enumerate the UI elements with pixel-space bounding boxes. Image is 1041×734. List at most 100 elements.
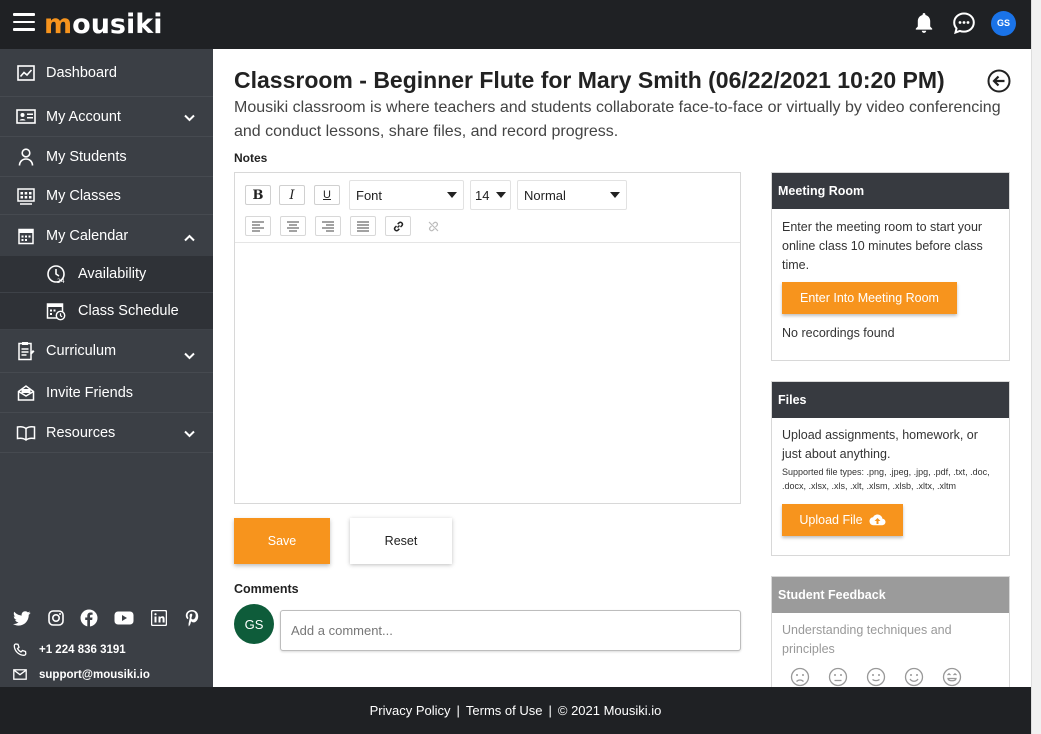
contact-email[interactable]: support@mousiki.io — [13, 662, 200, 687]
meeting-room-body: Enter the meeting room to start your onl… — [772, 209, 1009, 352]
sidebar-item-availability[interactable]: 24 Availability — [0, 256, 213, 293]
sidebar-item-label: My Students — [46, 148, 127, 165]
main-content: Classroom - Beginner Flute for Mary Smit… — [234, 63, 1014, 144]
instagram-icon[interactable] — [47, 608, 64, 628]
logo[interactable]: mousiki — [44, 6, 162, 42]
social-area: +1 224 836 3191 support@mousiki.io — [0, 599, 213, 687]
editor-toolbar: B I U Font 14 Normal — [235, 173, 740, 243]
privacy-policy-link[interactable]: Privacy Policy — [370, 703, 451, 718]
align-justify-icon[interactable] — [350, 216, 376, 236]
unlink-icon[interactable] — [420, 216, 446, 236]
size-select[interactable]: 14 — [470, 180, 511, 210]
student-feedback-body: Understanding techniques and principles — [772, 613, 1009, 687]
sidebar-item-invite-friends[interactable]: Invite Friends — [0, 373, 213, 413]
chevron-down-icon — [184, 110, 195, 126]
menu-icon[interactable] — [13, 13, 35, 33]
footer: Privacy Policy | Terms of Use | © 2021 M… — [0, 687, 1031, 734]
terms-of-use-link[interactable]: Terms of Use — [466, 703, 543, 718]
student-feedback-header: Student Feedback — [772, 577, 1009, 613]
cloud-upload-icon — [869, 514, 886, 526]
style-select[interactable]: Normal — [517, 180, 627, 210]
link-icon[interactable] — [385, 216, 411, 236]
sidebar-item-dashboard[interactable]: Dashboard — [0, 49, 213, 97]
upload-file-button[interactable]: Upload File — [782, 504, 903, 536]
sad-face-icon[interactable] — [828, 667, 848, 687]
pinterest-icon[interactable] — [183, 608, 200, 628]
copyright-text: © 2021 Mousiki.io — [557, 703, 662, 718]
sidebar-item-label: My Calendar — [46, 227, 129, 244]
very-happy-face-icon[interactable] — [942, 667, 962, 687]
chevron-down-icon — [184, 426, 195, 442]
align-right-icon[interactable] — [315, 216, 341, 236]
phone-icon — [13, 642, 29, 657]
top-bar: mousiki GS — [0, 0, 1031, 49]
save-button[interactable]: Save — [234, 518, 330, 564]
upload-file-label: Upload File — [799, 512, 863, 527]
support-email: support@mousiki.io — [39, 668, 150, 681]
italic-button[interactable]: I — [279, 185, 305, 205]
linkedin-icon[interactable] — [150, 608, 167, 628]
app-frame: mousiki GS Dashboard My Account My Stude… — [0, 0, 1041, 734]
calendar-icon — [16, 226, 36, 246]
size-select-value: 14 — [475, 187, 490, 203]
meeting-room-text: Enter the meeting room to start your onl… — [782, 220, 983, 272]
id-card-icon — [16, 107, 36, 127]
sidebar-item-label: Resources — [46, 424, 116, 441]
enter-meeting-room-button[interactable]: Enter Into Meeting Room — [782, 282, 957, 314]
style-select-value: Normal — [524, 187, 566, 203]
scrollbar[interactable] — [1031, 0, 1041, 734]
svg-text:24: 24 — [57, 278, 65, 284]
sidebar-item-curriculum[interactable]: Curriculum — [0, 330, 213, 373]
bold-button[interactable]: B — [245, 185, 271, 205]
student-feedback-card: Student Feedback Understanding technique… — [771, 576, 1010, 687]
sidebar-item-resources[interactable]: Resources — [0, 413, 213, 453]
rating-faces — [782, 667, 999, 687]
contact-phone[interactable]: +1 224 836 3191 — [13, 637, 200, 662]
bell-icon[interactable] — [911, 10, 937, 36]
sidebar-item-my-calendar[interactable]: My Calendar — [0, 215, 213, 256]
sidebar-item-label: Invite Friends — [46, 384, 134, 401]
footer-separator: | — [548, 703, 552, 718]
font-select[interactable]: Font — [349, 180, 464, 210]
facebook-icon[interactable] — [80, 608, 98, 628]
support-phone: +1 224 836 3191 — [39, 643, 126, 656]
caret-down-icon — [610, 192, 620, 198]
top-icons: GS — [911, 10, 1016, 36]
back-arrow-icon[interactable] — [987, 69, 1011, 93]
chevron-up-icon — [184, 230, 195, 246]
sidebar-item-class-schedule[interactable]: Class Schedule — [0, 293, 213, 330]
title-row: Classroom - Beginner Flute for Mary Smit… — [234, 63, 1014, 97]
very-sad-face-icon[interactable] — [790, 667, 810, 687]
comments-label: Comments — [234, 582, 299, 596]
sidebar: Dashboard My Account My Students My Clas… — [0, 49, 213, 687]
twitter-icon[interactable] — [13, 608, 31, 628]
sidebar-item-my-students[interactable]: My Students — [0, 137, 213, 177]
align-center-icon[interactable] — [280, 216, 306, 236]
person-icon — [16, 147, 36, 167]
align-left-icon[interactable] — [245, 216, 271, 236]
chart-icon — [16, 63, 36, 83]
files-header: Files — [772, 382, 1009, 418]
reset-button[interactable]: Reset — [350, 518, 452, 564]
user-avatar[interactable]: GS — [991, 10, 1016, 36]
sidebar-item-my-classes[interactable]: My Classes — [0, 177, 213, 215]
sidebar-item-label: Curriculum — [46, 343, 117, 359]
logo-initial: m — [44, 8, 73, 40]
page-title: Classroom - Beginner Flute for Mary Smit… — [234, 67, 945, 93]
sidebar-item-label: My Account — [46, 108, 121, 125]
neutral-face-icon[interactable] — [866, 667, 886, 687]
notes-editor[interactable]: B I U Font 14 Normal — [234, 172, 741, 504]
files-card: Files Upload assignments, homework, or j… — [771, 381, 1010, 556]
sidebar-item-my-account[interactable]: My Account — [0, 97, 213, 137]
envelope-open-icon — [16, 383, 36, 403]
happy-face-icon[interactable] — [904, 667, 924, 687]
chat-icon[interactable] — [951, 10, 977, 36]
book-icon — [16, 423, 36, 443]
files-body: Upload assignments, homework, or just ab… — [772, 418, 1009, 545]
underline-button[interactable]: U — [314, 185, 340, 205]
mail-icon — [13, 669, 29, 680]
youtube-icon[interactable] — [114, 608, 134, 628]
sidebar-item-label: Dashboard — [46, 64, 117, 81]
comment-input[interactable] — [280, 610, 741, 651]
recordings-status: No recordings found — [782, 326, 895, 340]
